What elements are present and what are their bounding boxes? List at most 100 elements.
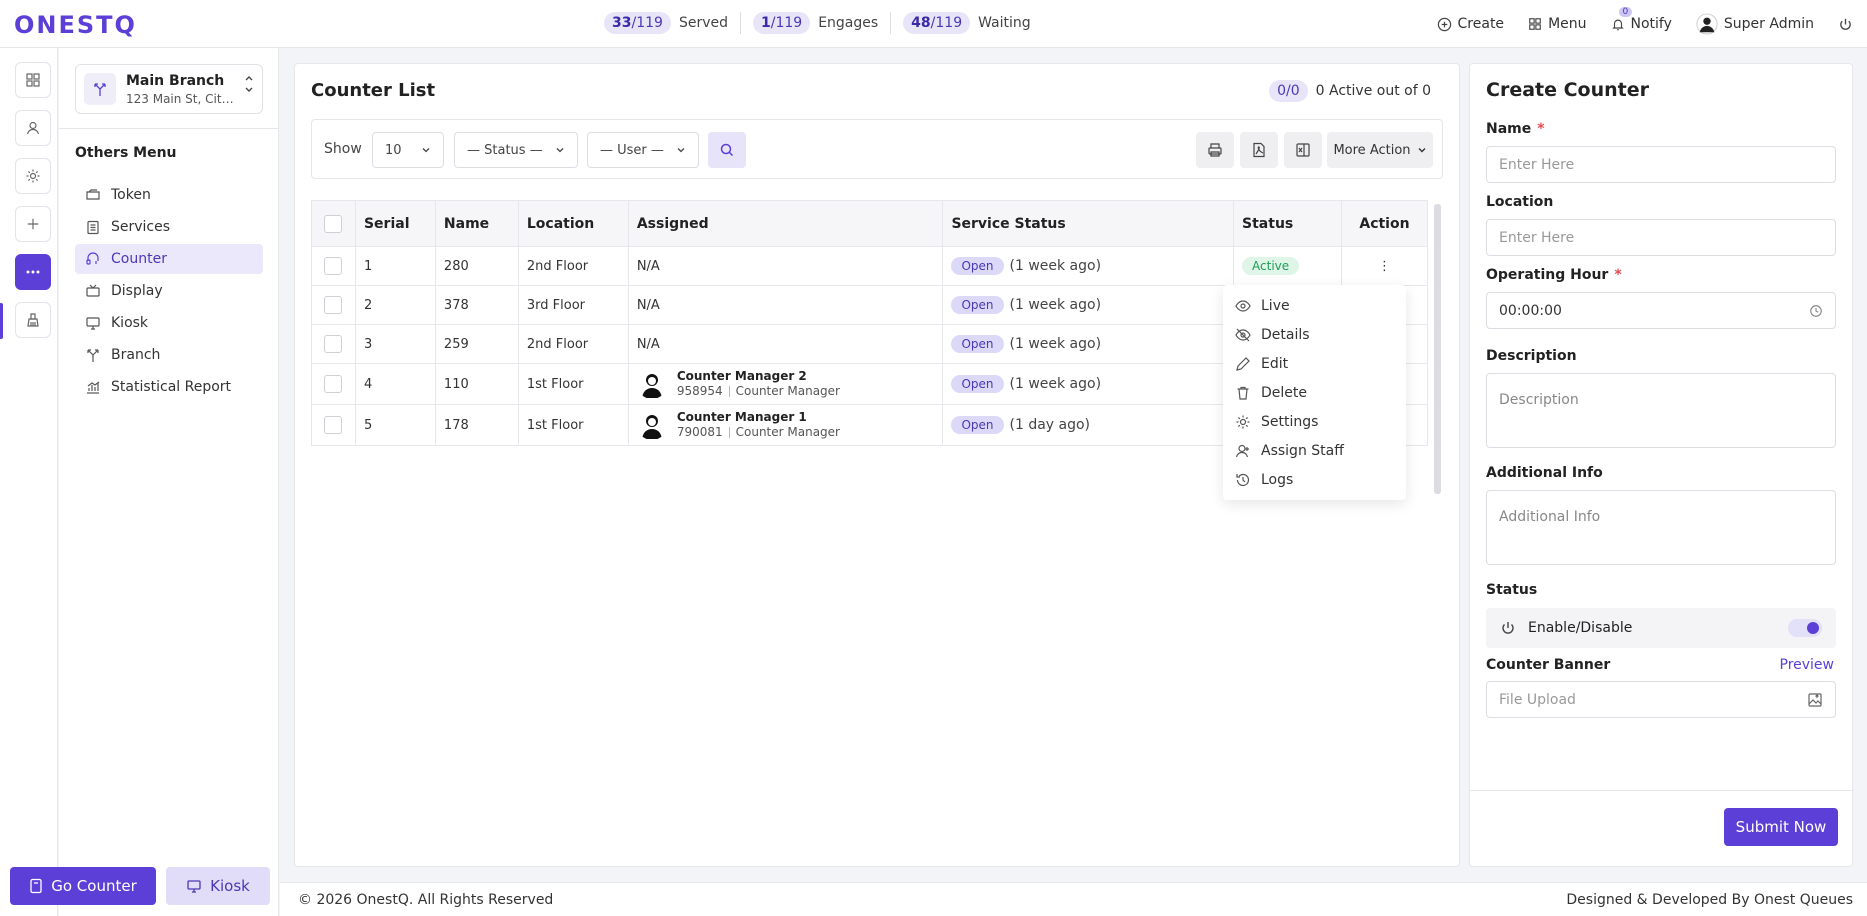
column-header[interactable]: Status [1233,200,1342,247]
power-icon[interactable] [1838,17,1853,32]
stat-label: Engages [818,15,879,31]
stat-served: 33/119 Served [592,12,741,34]
kiosk-icon [187,880,201,893]
column-header[interactable]: Location [517,200,629,247]
kebab-menu-icon[interactable]: ⋮ [1378,259,1391,274]
counter-banner-label: Counter Banner [1486,657,1611,673]
page-size-select[interactable]: 10 [372,132,444,168]
preview-link[interactable]: Preview [1780,657,1835,673]
service-status-cell: Open (1 week ago) [942,285,1235,325]
power-icon [1502,622,1514,634]
status-filter-select[interactable]: — Status — [454,132,578,168]
row-checkbox[interactable] [324,375,343,393]
clock-icon[interactable] [1809,304,1823,318]
select-all-checkbox[interactable] [324,214,343,233]
print-button[interactable] [1196,132,1234,168]
create-button[interactable]: Create [1437,16,1504,32]
branch-icon [84,73,116,105]
export-pdf-button[interactable] [1240,132,1278,168]
service-status-cell: Open (1 day ago) [942,404,1235,446]
action-assign-staff[interactable]: Assign Staff [1223,436,1406,465]
column-header[interactable]: Name [434,200,519,247]
row-checkbox[interactable] [324,416,343,434]
sidebar-item-display[interactable]: Display [75,276,263,306]
sidebar-item-kiosk[interactable]: Kiosk [75,308,263,338]
open-badge: Open [951,416,1004,434]
menu-button[interactable]: Menu [1528,16,1587,32]
page-title: Counter List [311,80,436,101]
table-header-row: Serial Name Location Assigned Service St… [311,200,1429,247]
table-scrollbar[interactable] [1434,204,1441,494]
action-details[interactable]: Details [1223,320,1406,349]
user-icon [26,121,40,135]
column-header[interactable]: Service Status [942,200,1235,247]
toggle-label: Enable/Disable [1528,620,1633,636]
user-menu[interactable]: Super Admin [1696,13,1814,35]
operating-hour-input[interactable]: 00:00:00 [1486,292,1836,329]
more-action-button[interactable]: More Action [1327,132,1433,168]
form-title: Create Counter [1486,79,1649,101]
rail-more-button[interactable] [15,254,51,290]
section-title: Others Menu [75,145,177,161]
rail-add-button[interactable] [15,206,51,242]
bell-icon [1611,19,1624,30]
kiosk-button[interactable]: Kiosk [166,867,270,905]
branch-selector[interactable]: Main Branch 123 Main St, City, Country [75,64,263,114]
name-cell: 178 [434,404,519,446]
description-textarea[interactable]: Description [1486,373,1836,448]
assigned-cell: Counter Manager 1 790081 Counter Manager [627,404,944,446]
submit-button[interactable]: Submit Now [1724,808,1838,846]
action-settings[interactable]: Settings [1223,407,1406,436]
additional-info-textarea[interactable]: Additional Info [1486,490,1836,565]
location-input[interactable]: Enter Here [1486,219,1836,256]
status-cell: Active [1233,246,1342,286]
action-delete[interactable]: Delete [1223,378,1406,407]
divider [59,128,279,129]
search-button[interactable] [708,132,746,168]
stat-engages: 1/119 Engages [741,12,892,34]
go-counter-button[interactable]: Go Counter [10,867,156,905]
active-ratio-badge: 0/0 [1269,80,1308,102]
gear-icon [1236,415,1250,428]
notify-button[interactable]: 0 Notify [1611,7,1672,32]
name-cell: 378 [434,285,519,325]
row-checkbox[interactable] [324,257,343,275]
action-logs[interactable]: Logs [1223,465,1406,494]
user-filter-select[interactable]: — User — [587,132,699,168]
column-header[interactable]: Serial [354,200,436,247]
rail-dashboard-button[interactable] [15,62,51,98]
chevron-down-icon [422,148,430,153]
chart-icon [87,381,100,394]
footer: © 2026 OnestQ. All Rights Reserved Desig… [280,882,1867,916]
file-upload-input[interactable]: File Upload [1486,681,1836,718]
sidebar-item-services[interactable]: Services [75,212,263,242]
row-checkbox[interactable] [324,335,343,353]
rail-users-button[interactable] [15,110,51,146]
app-logo[interactable]: ONESTQ [14,11,137,39]
name-label: Name * [1486,121,1545,137]
chevron-up-down-icon [244,73,254,101]
status-toggle[interactable] [1788,619,1822,637]
stat-waiting: 48/119 Waiting [891,12,1043,34]
location-cell: 2nd Floor [517,246,629,286]
pencil-icon [1236,356,1250,371]
stat-label: Served [678,15,728,31]
pdf-icon [1253,142,1265,158]
action-live[interactable]: Live [1223,291,1406,320]
rail-settings-button[interactable] [15,158,51,194]
sidebar-item-token[interactable]: Token [75,180,263,210]
user-icon [1235,444,1249,457]
export-excel-button[interactable] [1284,132,1322,168]
name-input[interactable]: Enter Here [1486,146,1836,183]
scroll-thumb[interactable] [1434,204,1441,494]
rail-cleaning-button[interactable] [15,302,51,338]
sidebar-item-counter[interactable]: Counter [75,244,263,274]
sidebar-item-statistical-report[interactable]: Statistical Report [75,372,263,402]
plus-icon [27,218,39,230]
row-checkbox[interactable] [324,296,343,314]
row-action-cell: ⋮ [1340,246,1429,286]
sidebar-item-branch[interactable]: Branch [75,340,263,370]
column-header[interactable]: Assigned [627,200,944,247]
action-edit[interactable]: Edit [1223,349,1406,378]
plus-circle-icon [1437,17,1451,31]
